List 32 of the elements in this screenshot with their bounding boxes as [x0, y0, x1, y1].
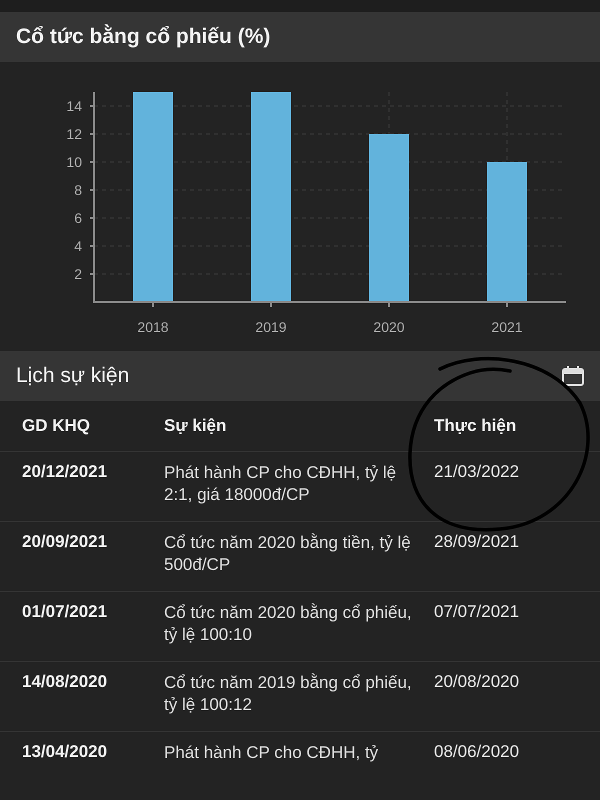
table-cell-text: 28/09/2021 — [434, 532, 520, 552]
panel-title: Cổ tức bằng cổ phiếu (%) — [16, 25, 270, 49]
x-tick-label: 2020 — [373, 319, 405, 335]
y-tick-label: 10 — [66, 154, 82, 170]
table-cell-text: 08/06/2020 — [434, 742, 520, 762]
table-cell-text: 01/07/2021 — [22, 602, 108, 622]
table-cell-text: Cổ tức năm 2019 bằng cổ phiếu, tỷ lệ 100:12 — [164, 672, 413, 716]
y-tick-label: 4 — [74, 238, 82, 254]
column-header: GD KHQ — [22, 416, 91, 436]
x-tick-label: 2019 — [255, 319, 287, 335]
table-cell-text: Cổ tức năm 2020 bằng cổ phiếu, tỷ lệ 100:10 — [164, 602, 413, 646]
table-cell-text: 07/07/2021 — [434, 602, 520, 622]
panel-title: Lịch sự kiện — [16, 364, 130, 388]
table-cell-text: 21/03/2022 — [434, 462, 520, 482]
x-tick-label: 2021 — [491, 319, 523, 335]
table-cell-text: 20/09/2021 — [22, 532, 108, 552]
column-header: Thực hiện — [434, 416, 518, 436]
table-cell-text: 14/08/2020 — [22, 672, 108, 692]
x-tick-label: 2018 — [137, 319, 169, 335]
table-cell-text: Phát hành CP cho CĐHH, tỷ — [164, 742, 380, 764]
calendar-icon[interactable] — [562, 366, 584, 386]
y-tick-label: 12 — [66, 126, 82, 142]
table-cell-text: 20/08/2020 — [434, 672, 520, 692]
y-tick-label: 8 — [74, 182, 82, 198]
table-cell-text: 13/04/2020 — [22, 742, 108, 762]
column-header: Sự kiện — [164, 416, 228, 436]
y-tick-label: 6 — [74, 210, 82, 226]
y-tick-label: 14 — [66, 98, 82, 114]
table-cell-text: Phát hành CP cho CĐHH, tỷ lệ 2:1, giá 18000đ/CP — [164, 462, 398, 506]
y-tick-label: 2 — [74, 266, 82, 282]
table-cell-text: 20/12/2021 — [22, 462, 108, 482]
table-cell-text: Cổ tức năm 2020 bằng tiền, tỷ lệ 500đ/CP — [164, 532, 412, 576]
